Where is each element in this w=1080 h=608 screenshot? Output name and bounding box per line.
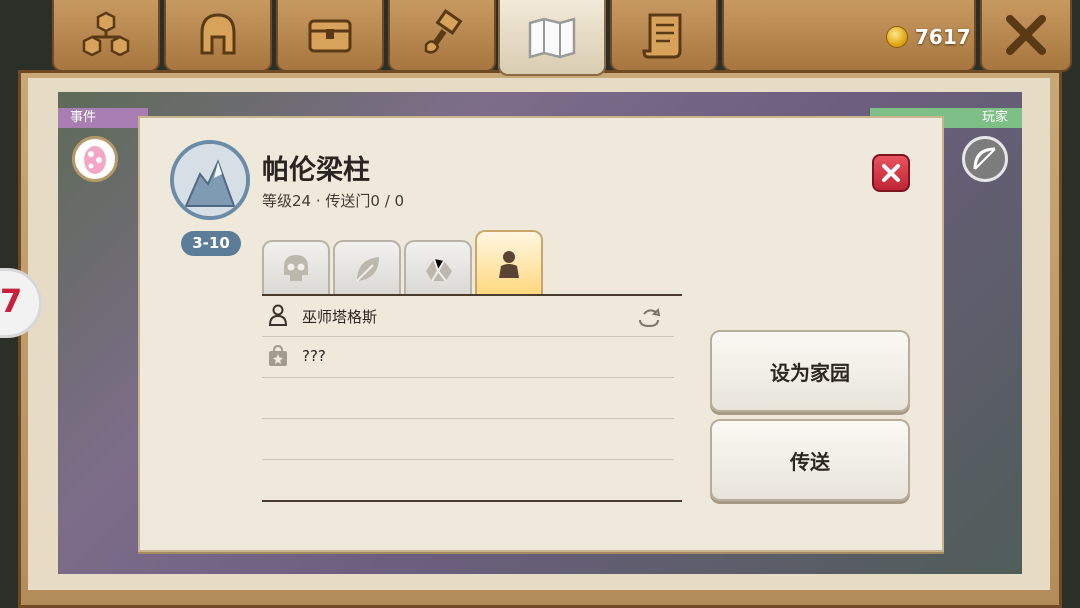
list-item-label[interactable]: 巫师塔格斯 — [302, 306, 377, 327]
tab-scroll[interactable] — [610, 0, 718, 72]
row-divider — [262, 336, 674, 337]
level-range-badge: 3-10 — [181, 231, 241, 256]
coin-icon — [886, 26, 908, 48]
person-outline-icon — [268, 304, 288, 326]
top-navigation: 7617 — [0, 0, 1080, 76]
egg-icon[interactable] — [72, 136, 118, 182]
close-icon — [1006, 15, 1046, 55]
tab-chest[interactable] — [276, 0, 384, 72]
chest-icon — [308, 19, 352, 53]
location-subtitle: 等级24 · 传送门0 / 0 — [262, 192, 405, 210]
person-icon — [499, 251, 519, 278]
player-label: 玩家 — [982, 110, 1009, 125]
list-bottom-border — [262, 500, 682, 502]
tab-minerals[interactable] — [404, 240, 472, 296]
row-divider — [262, 459, 674, 460]
close-icon — [882, 164, 900, 182]
tab-helmet[interactable] — [164, 0, 272, 72]
list-top-border — [262, 294, 682, 296]
leaf-icon — [356, 257, 379, 282]
set-home-button[interactable]: 设为家园 — [710, 330, 910, 412]
teleport-button[interactable]: 传送 — [710, 419, 910, 501]
tab-hammer[interactable] — [388, 0, 496, 72]
mountain-icon — [174, 144, 246, 216]
tab-enemies[interactable] — [262, 240, 330, 296]
side-badge-text: 7 — [0, 282, 23, 320]
row-divider — [262, 418, 674, 419]
close-main-button[interactable] — [980, 0, 1072, 72]
tab-characters[interactable] — [475, 230, 543, 296]
tab-hierarchy[interactable] — [52, 0, 160, 72]
shop-bag-icon — [269, 344, 287, 366]
location-portrait — [170, 140, 250, 220]
list-item-label[interactable]: ??? — [302, 347, 326, 365]
bow-icon[interactable] — [962, 136, 1008, 182]
helmet-icon — [200, 13, 236, 55]
teleport-icon[interactable] — [636, 304, 662, 330]
hierarchy-icon — [82, 11, 130, 57]
skull-icon — [284, 255, 308, 281]
hammer-icon — [424, 9, 463, 54]
map-icon — [528, 17, 576, 59]
row-divider — [262, 377, 674, 378]
event-label: 事件 — [70, 110, 97, 125]
coin-count: 7617 — [915, 25, 971, 49]
tab-map[interactable] — [498, 0, 606, 76]
location-title: 帕伦梁柱 — [262, 155, 370, 186]
scroll-icon — [642, 13, 682, 59]
tab-resources[interactable] — [333, 240, 401, 296]
close-panel-button[interactable] — [872, 154, 910, 192]
ore-icon — [426, 258, 452, 282]
